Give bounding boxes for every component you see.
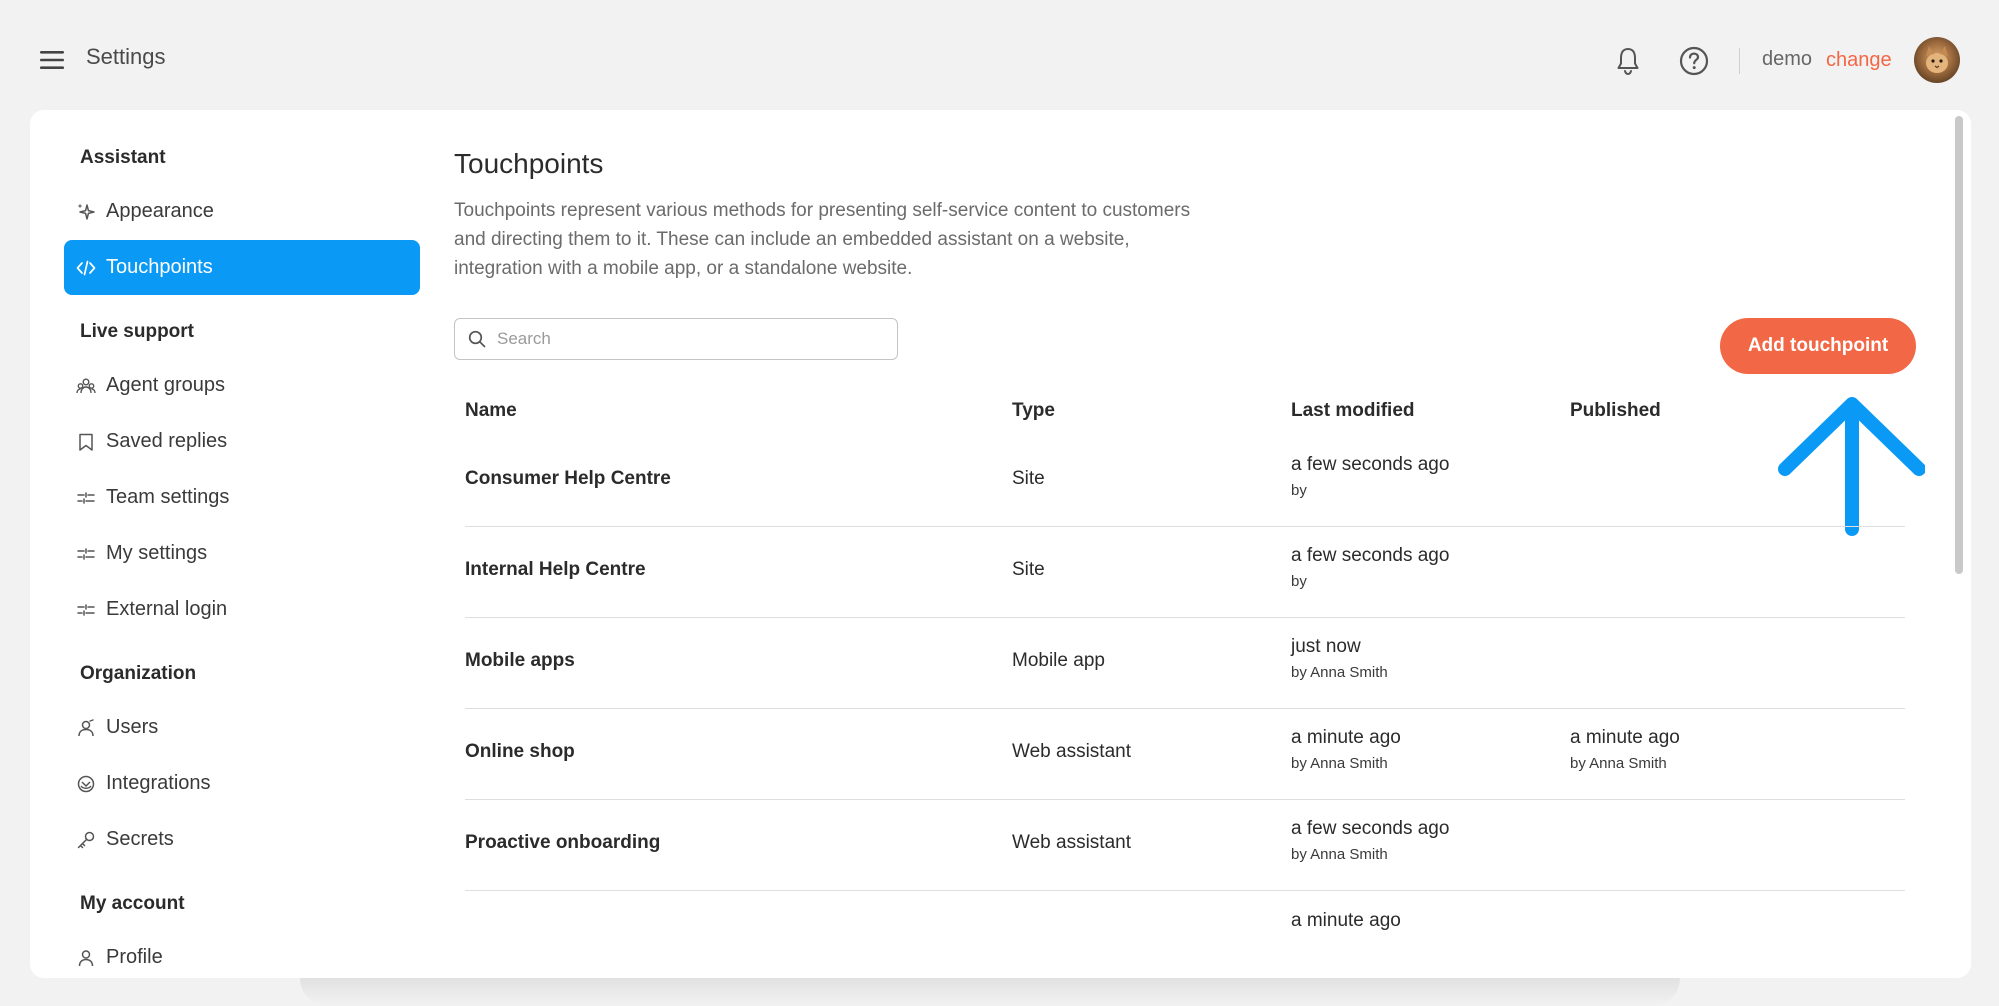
column-header-name[interactable]: Name [465,400,517,422]
touchpoint-type: Web assistant [1012,741,1131,762]
profile-icon [76,948,96,968]
modified-by: by Anna Smith [1291,846,1388,863]
published-time: a minute ago [1570,727,1680,748]
modified-time: just now [1291,636,1361,657]
column-header-type[interactable]: Type [1012,400,1055,422]
touchpoint-name: Consumer Help Centre [465,468,671,489]
table-row[interactable]: Internal Help Centre Site a few seconds … [465,527,1905,618]
sidebar-item-agent-groups[interactable]: Agent groups [64,358,420,413]
published-cell: a minute ago by Anna Smith [1570,727,1680,772]
sidebar: Assistant Appearance Touchpoints Live su… [30,110,430,978]
table-row[interactable]: Mobile apps Mobile app just now by Anna … [465,618,1905,709]
card-shadow [300,978,1680,1006]
help-icon[interactable] [1677,44,1711,78]
column-header-published[interactable]: Published [1570,400,1661,422]
last-modified-cell: a minute ago by Anna Smith [1291,727,1401,772]
modified-by: by [1291,573,1307,590]
touchpoint-type: Site [1012,468,1045,489]
sidebar-item-label: Secrets [106,828,174,850]
sidebar-item-integrations[interactable]: Integrations [64,756,420,811]
modified-time: a few seconds ago [1291,454,1450,475]
search-box[interactable] [454,318,898,360]
section-title-organization: Organization [80,663,197,684]
touchpoint-name: Proactive onboarding [465,832,661,853]
search-input[interactable] [495,328,879,350]
change-organization-link[interactable]: change [1826,49,1892,72]
bookmark-icon [76,432,96,452]
last-modified-cell: a few seconds ago by Anna Smith [1291,818,1449,863]
top-bar: Settings demo change [0,0,1999,110]
settings-card: Assistant Appearance Touchpoints Live su… [30,110,1971,978]
touchpoint-type: Web assistant [1012,832,1131,853]
sidebar-item-label: Touchpoints [106,256,213,278]
sidebar-item-label: Integrations [106,772,211,794]
organization-name: demo [1762,48,1813,70]
header-divider [1739,48,1740,74]
partial-row-text: a minute ago [1291,910,1401,930]
last-modified-cell: a few seconds ago by [1291,545,1449,590]
sidebar-item-saved-replies[interactable]: Saved replies [64,414,420,469]
touchpoint-name: Online shop [465,741,575,762]
touchpoints-description: Touchpoints represent various methods fo… [454,200,1191,279]
sliders-icon [76,488,96,508]
sidebar-item-label: Saved replies [106,430,228,452]
sidebar-item-profile[interactable]: Profile [64,930,420,978]
sidebar-item-users[interactable]: Users [64,700,420,755]
page-title: Settings [86,44,166,69]
modified-by: by [1291,482,1307,499]
table-row[interactable]: Proactive onboarding Web assistant a few… [465,800,1905,891]
modified-time: a minute ago [1291,727,1401,748]
sidebar-item-label: Profile [106,946,163,968]
sidebar-item-label: Agent groups [106,374,225,396]
sidebar-item-label: Team settings [106,486,230,508]
sliders-icon [76,544,96,564]
sidebar-item-appearance[interactable]: Appearance [64,184,420,239]
bell-icon[interactable] [1611,44,1645,78]
touchpoint-name: Mobile apps [465,650,575,671]
scrollbar[interactable] [1955,116,1963,574]
modified-by: by Anna Smith [1291,755,1388,772]
sidebar-item-secrets[interactable]: Secrets [64,812,420,867]
touchpoints-title: Touchpoints [454,148,604,179]
sidebar-item-label: My settings [106,542,208,564]
add-touchpoint-button[interactable]: Add touchpoint [1720,318,1916,374]
touchpoint-name: Internal Help Centre [465,559,646,580]
section-title-my-account: My account [80,893,185,914]
modified-by: by Anna Smith [1291,664,1388,681]
sidebar-item-team-settings[interactable]: Team settings [64,470,420,525]
modified-time: a few seconds ago [1291,818,1450,839]
sidebar-item-my-settings[interactable]: My settings [64,526,420,581]
integrations-icon [76,774,96,794]
search-icon [467,329,487,349]
key-icon [76,830,96,850]
touchpoint-type: Mobile app [1012,650,1105,671]
section-title-assistant: Assistant [80,147,166,168]
table-row[interactable]: Online shop Web assistant a minute ago b… [465,709,1905,800]
last-modified-cell: just now by Anna Smith [1291,636,1388,681]
partial-row-modified-time: a minute ago [1291,910,1491,930]
touchpoint-type: Site [1012,559,1045,580]
sidebar-item-touchpoints[interactable]: Touchpoints [64,240,420,295]
sparkles-icon [76,202,96,222]
table-row[interactable]: Consumer Help Centre Site a few seconds … [465,436,1905,527]
hamburger-menu-icon[interactable] [38,46,68,74]
section-title-live-support: Live support [80,321,195,342]
sliders-icon [76,600,96,620]
sidebar-item-label: Users [106,716,159,738]
sidebar-item-label: External login [106,598,228,620]
sidebar-item-label: Appearance [106,200,214,222]
column-header-last-modified[interactable]: Last modified [1291,400,1415,422]
code-icon [76,258,96,278]
last-modified-cell: a few seconds ago by [1291,454,1449,499]
avatar[interactable] [1914,37,1960,83]
agent-groups-icon [76,376,96,396]
published-by: by Anna Smith [1570,755,1667,772]
modified-time: a few seconds ago [1291,545,1450,566]
users-icon [76,718,96,738]
sidebar-item-external-login[interactable]: External login [64,582,420,637]
